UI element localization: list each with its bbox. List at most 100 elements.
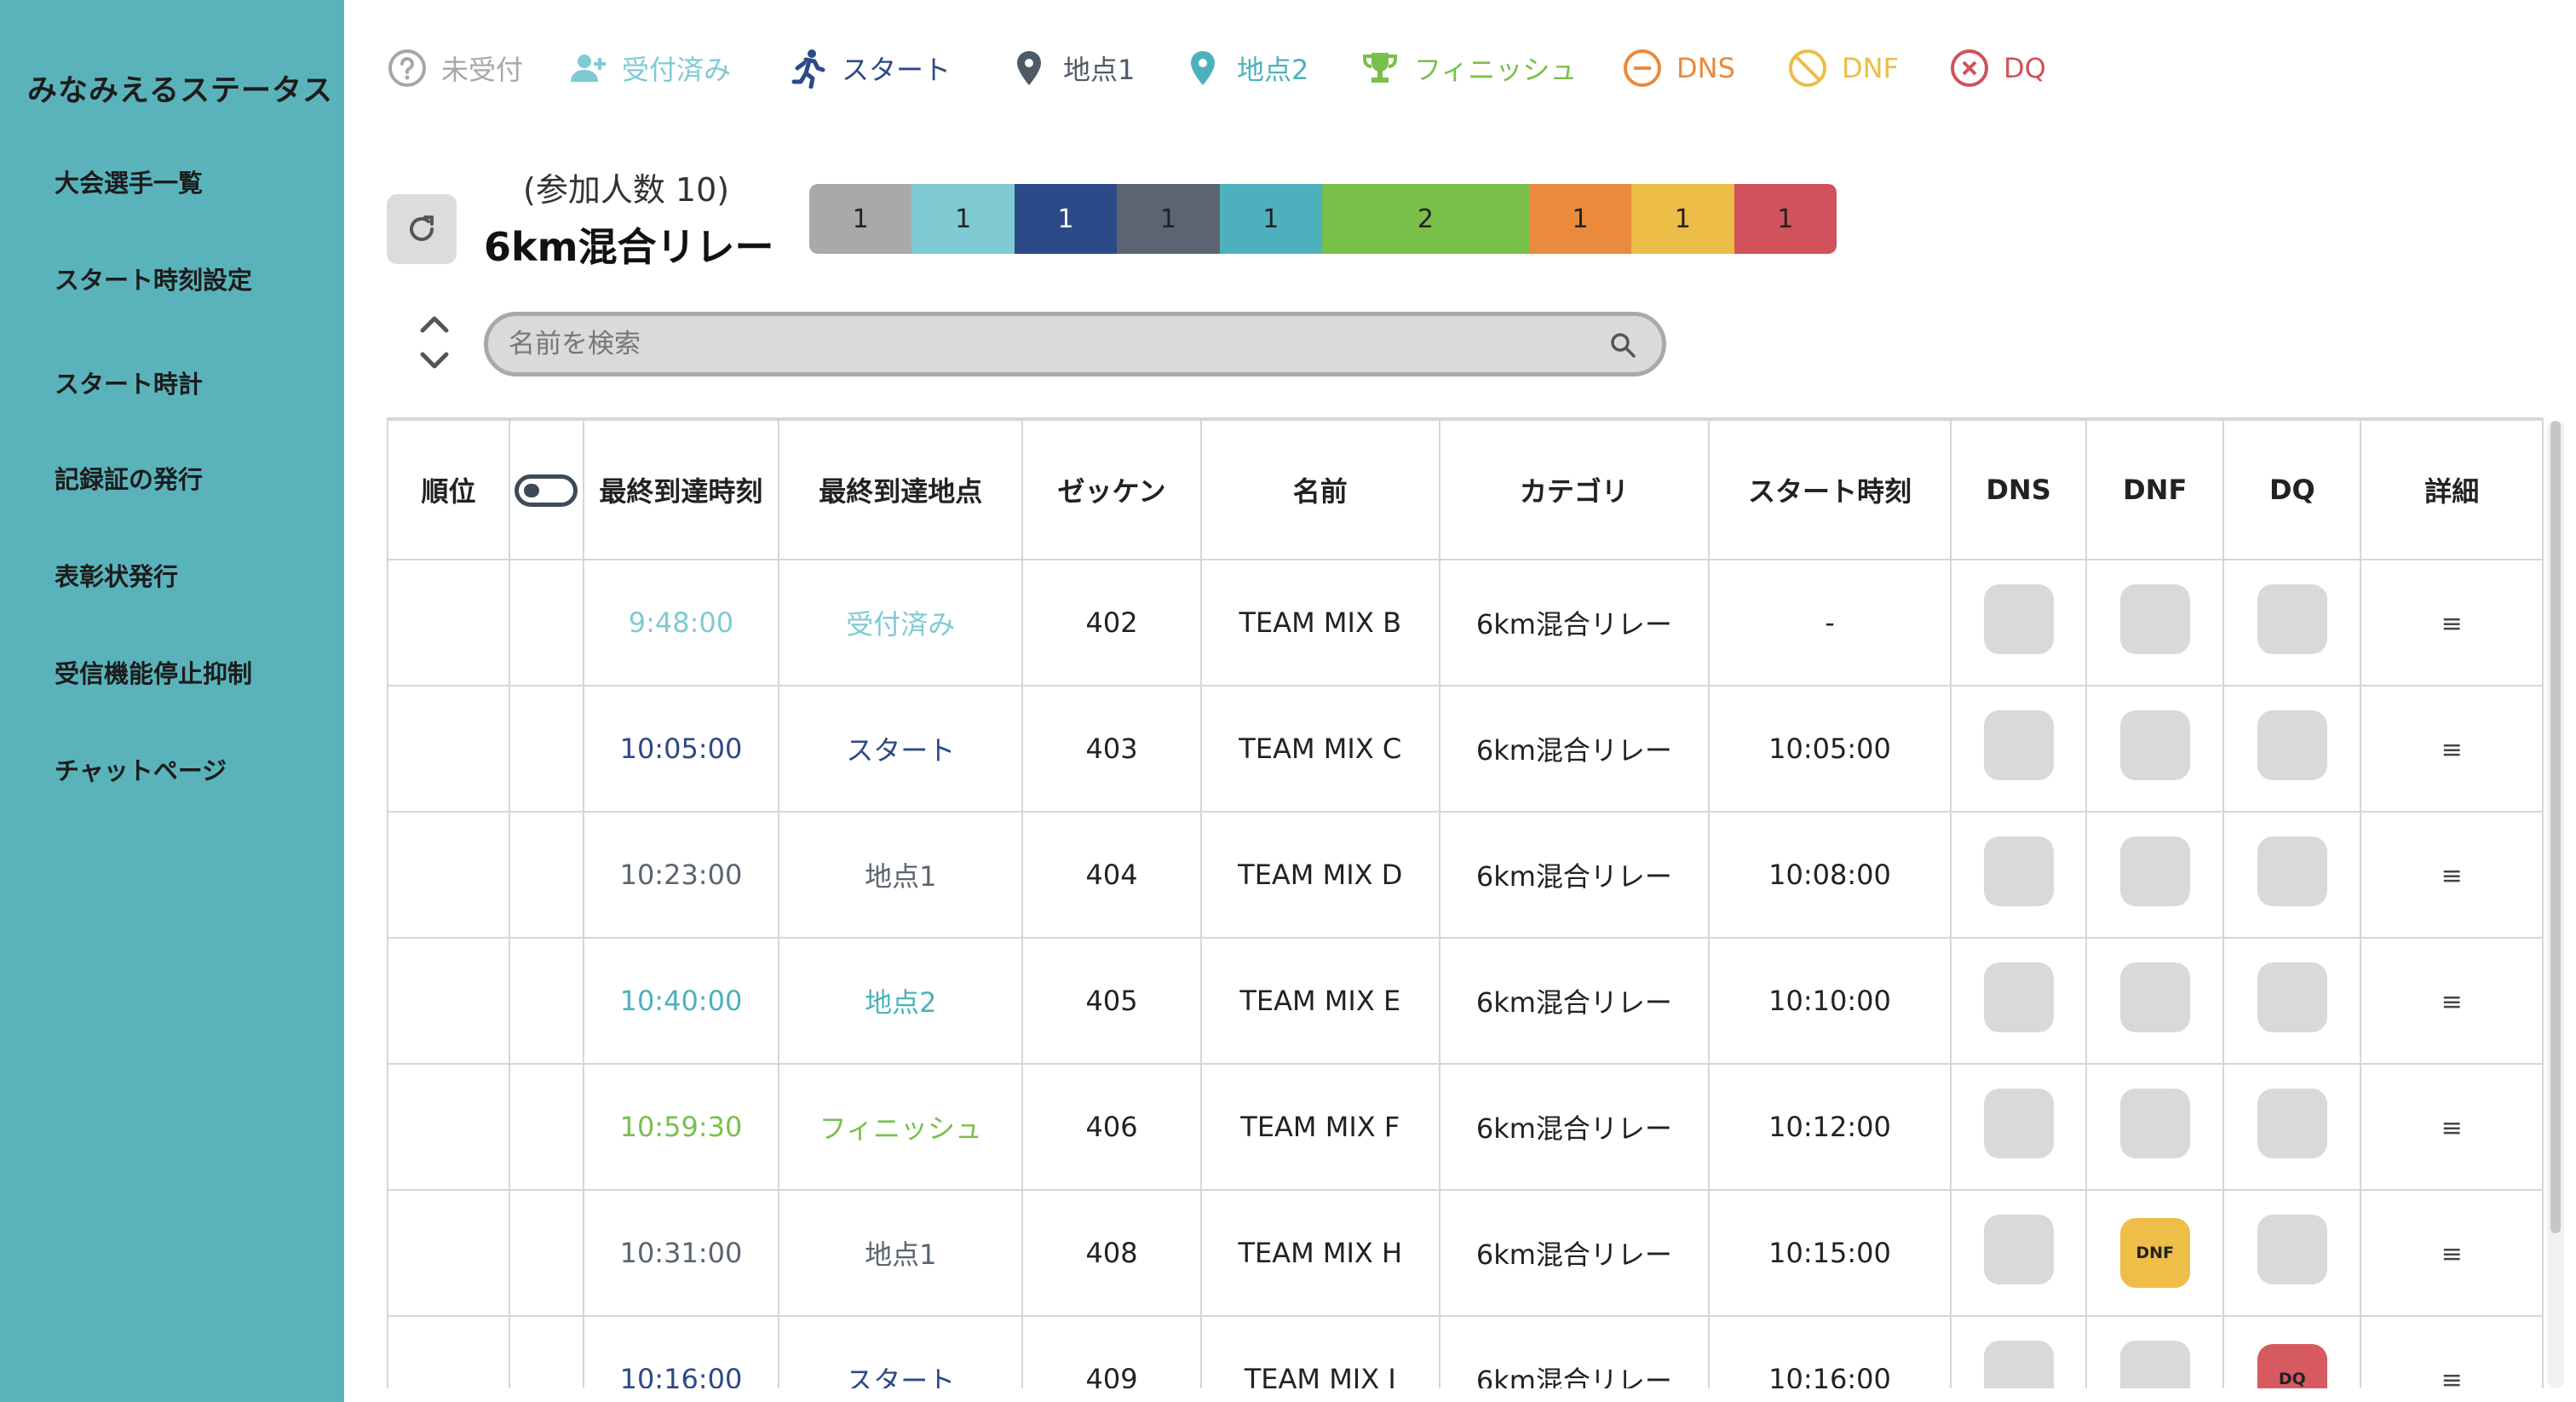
dns-button[interactable]	[1983, 584, 2054, 654]
cell-detail: ≡	[2360, 1063, 2544, 1191]
legend-item-registered: 受付済み	[567, 44, 731, 92]
table-row[interactable]: 10:05:00 スタート 403 TEAM MIX C 6km混合リレー 10:05:0…	[387, 685, 2544, 813]
sidebar-item-receiver-suppression[interactable]: 受信機能停止抑制	[55, 654, 252, 690]
athlete-table: 順位 最終到達時刻 最終到達地点 ゼッケン 名前 カテゴリ スタート時刻 DNS…	[387, 419, 2544, 1388]
sidebar-item-start-time-settings[interactable]: スタート時刻設定	[55, 261, 252, 296]
table-scrollbar[interactable]	[2547, 421, 2564, 1388]
dq-button[interactable]	[2257, 1089, 2327, 1158]
cell-last-point: 地点1	[778, 1189, 1024, 1317]
menu-icon[interactable]: ≡	[2441, 609, 2463, 639]
cell-start-time: 10:12:00	[1707, 1063, 1952, 1191]
search-icon[interactable]	[1607, 330, 1638, 360]
header-bib[interactable]: ゼッケン	[1021, 419, 1202, 560]
cell-rank	[387, 937, 511, 1065]
status-count-segment: 1	[1734, 184, 1837, 254]
dns-button[interactable]	[1983, 962, 2054, 1032]
status-count-segment: 1	[1528, 184, 1632, 254]
legend-item-point1: 地点1	[1009, 44, 1135, 92]
header-dnf[interactable]: DNF	[2085, 419, 2225, 560]
sidebar-item-athlete-list[interactable]: 大会選手一覧	[55, 164, 203, 199]
header-toggle[interactable]	[509, 419, 584, 560]
cell-last-time: 10:23:00	[582, 811, 780, 939]
sidebar-item-chat-page[interactable]: チャットページ	[55, 751, 227, 787]
cell-dnf	[2085, 811, 2225, 939]
dq-button[interactable]	[2257, 1215, 2327, 1284]
dq-button[interactable]	[2257, 962, 2327, 1032]
dns-button[interactable]	[1983, 710, 2054, 780]
dq-button[interactable]: DQ	[2257, 1344, 2327, 1388]
table-row[interactable]: 10:59:30 フィニッシュ 406 TEAM MIX F 6km混合リレー 10:12…	[387, 1063, 2544, 1191]
cell-last-point: 受付済み	[778, 559, 1024, 687]
cell-bib: 406	[1021, 1063, 1202, 1191]
dq-button[interactable]	[2257, 710, 2327, 780]
dns-button[interactable]	[1983, 836, 2054, 906]
cell-dnf	[2085, 685, 2225, 813]
dns-button[interactable]	[1983, 1215, 2054, 1284]
cell-bib: 404	[1021, 811, 1202, 939]
menu-icon[interactable]: ≡	[2441, 1365, 2463, 1388]
legend-label: 受付済み	[622, 54, 732, 86]
table-row[interactable]: 10:40:00 地点2 405 TEAM MIX E 6km混合リレー 10:10:00…	[387, 937, 2544, 1065]
dnf-button[interactable]: DNF	[2119, 1218, 2190, 1288]
sort-arrows-icon	[420, 316, 449, 369]
cell-rank	[387, 1063, 511, 1191]
header-dq[interactable]: DQ	[2222, 419, 2362, 560]
dnf-button[interactable]	[2119, 710, 2190, 780]
dq-button[interactable]	[2257, 836, 2327, 906]
cell-rank	[387, 685, 511, 813]
cell-last-time: 10:16:00	[582, 1315, 780, 1388]
legend-item-start: スタート	[787, 44, 951, 92]
dnf-button[interactable]	[2119, 1341, 2190, 1388]
header-last-time[interactable]: 最終到達時刻	[582, 419, 780, 560]
table-row[interactable]: 10:23:00 地点1 404 TEAM MIX D 6km混合リレー 10:08:00…	[387, 811, 2544, 939]
cell-bib: 408	[1021, 1189, 1202, 1317]
search-field	[484, 312, 1666, 376]
status-count-bar: 111112111	[809, 184, 1837, 254]
dnf-button[interactable]	[2119, 962, 2190, 1032]
search-input[interactable]	[509, 316, 1582, 372]
cell-detail: ≡	[2360, 1315, 2544, 1388]
dns-button[interactable]	[1983, 1341, 2054, 1388]
status-legend: 未受付 受付済み スタート 地点1 地点2 フィニッシュ DNS DNF DQ	[387, 44, 2550, 92]
cell-name: TEAM MIX F	[1199, 1063, 1440, 1191]
status-count-segment: 1	[1117, 184, 1220, 254]
sidebar-item-issue-certificate[interactable]: 記録証の発行	[55, 460, 203, 496]
cell-dq	[2222, 1189, 2362, 1317]
sidebar-item-award-issue[interactable]: 表彰状発行	[55, 557, 178, 593]
scrollbar-thumb[interactable]	[2550, 421, 2561, 1233]
table-row[interactable]: 9:48:00 受付済み 402 TEAM MIX B 6km混合リレー - ≡	[387, 559, 2544, 687]
menu-icon[interactable]: ≡	[2441, 1113, 2463, 1143]
menu-icon[interactable]: ≡	[2441, 987, 2463, 1017]
legend-label: 地点1	[1063, 54, 1136, 86]
header-name[interactable]: 名前	[1199, 419, 1440, 560]
header-category[interactable]: カテゴリ	[1438, 419, 1710, 560]
menu-icon[interactable]: ≡	[2441, 1239, 2463, 1269]
menu-icon[interactable]: ≡	[2441, 861, 2463, 891]
table-row[interactable]: 10:16:00 スタート 409 TEAM MIX I 6km混合リレー 10:16:0…	[387, 1315, 2544, 1388]
header-last-point[interactable]: 最終到達地点	[778, 419, 1024, 560]
cell-toggle	[509, 811, 584, 939]
cell-toggle	[509, 1063, 584, 1191]
header-start-time[interactable]: スタート時刻	[1707, 419, 1952, 560]
legend-item-dnf: DNF	[1787, 44, 1899, 92]
menu-icon[interactable]: ≡	[2441, 735, 2463, 765]
dnf-button[interactable]	[2119, 1089, 2190, 1158]
cell-last-point: スタート	[778, 685, 1024, 813]
sort-toggle-button[interactable]	[416, 310, 453, 375]
cell-category: 6km混合リレー	[1438, 811, 1710, 939]
dnf-button[interactable]	[2119, 584, 2190, 654]
dnf-button[interactable]	[2119, 836, 2190, 906]
table-row[interactable]: 10:31:00 地点1 408 TEAM MIX H 6km混合リレー 10:15:00…	[387, 1189, 2544, 1317]
cell-start-time: 10:08:00	[1707, 811, 1952, 939]
view-toggle-switch[interactable]	[515, 474, 578, 507]
dq-button[interactable]	[2257, 584, 2327, 654]
dns-button[interactable]	[1983, 1089, 2054, 1158]
header-detail[interactable]: 詳細	[2360, 419, 2544, 560]
cell-category: 6km混合リレー	[1438, 1315, 1710, 1388]
sidebar-item-start-clock[interactable]: スタート時計	[55, 365, 203, 400]
header-rank[interactable]: 順位	[387, 419, 511, 560]
header-dns[interactable]: DNS	[1949, 419, 2088, 560]
cell-detail: ≡	[2360, 937, 2544, 1065]
refresh-button[interactable]	[387, 194, 457, 264]
cell-category: 6km混合リレー	[1438, 1063, 1710, 1191]
